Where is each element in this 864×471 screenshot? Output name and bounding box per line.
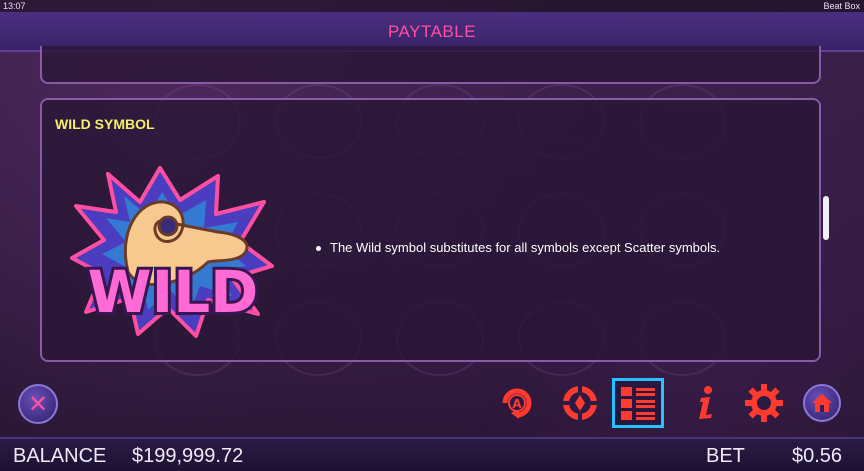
section-title: WILD SYMBOL: [55, 116, 155, 132]
game-name: Beat Box: [823, 1, 860, 11]
balance-label: BALANCE: [13, 445, 107, 467]
chip-icon: [562, 385, 598, 421]
settings-icon: [745, 384, 783, 422]
close-button[interactable]: ✕: [18, 384, 58, 424]
paytable-icon: [621, 387, 655, 420]
rule-item: The Wild symbol substitutes for all symb…: [314, 240, 720, 255]
footer-bar: BALANCE $199,999.72 BET $0.56: [0, 437, 864, 471]
close-icon: ✕: [27, 390, 49, 418]
scrollbar-thumb[interactable]: [823, 196, 829, 240]
bet-settings-button[interactable]: [560, 383, 600, 423]
paytable-toolbar: ✕ A: [0, 370, 864, 434]
wild-symbol-panel: WILD SYMBOL WILD The Wild symbol substit…: [40, 98, 821, 362]
balance-value: $199,999.72: [132, 445, 244, 467]
bet-label: BET: [706, 445, 745, 467]
home-button[interactable]: [803, 384, 841, 422]
settings-button[interactable]: [744, 383, 784, 423]
svg-text:A: A: [512, 397, 522, 411]
autoplay-icon: A: [502, 388, 532, 419]
wild-label: WILD: [88, 258, 259, 326]
wild-rules-list: The Wild symbol substitutes for all symb…: [314, 240, 720, 255]
home-icon: [812, 394, 832, 412]
autoplay-button[interactable]: A: [497, 383, 537, 423]
info-icon: [699, 386, 712, 419]
bet-value: $0.56: [792, 445, 843, 467]
paytable-button[interactable]: [612, 378, 664, 428]
info-button[interactable]: [686, 383, 726, 423]
wild-symbol-icon: WILD: [70, 166, 274, 338]
status-bar: 13:07 Beat Box: [0, 0, 864, 12]
clock: 13:07: [3, 1, 26, 11]
previous-section-panel: [40, 46, 821, 84]
